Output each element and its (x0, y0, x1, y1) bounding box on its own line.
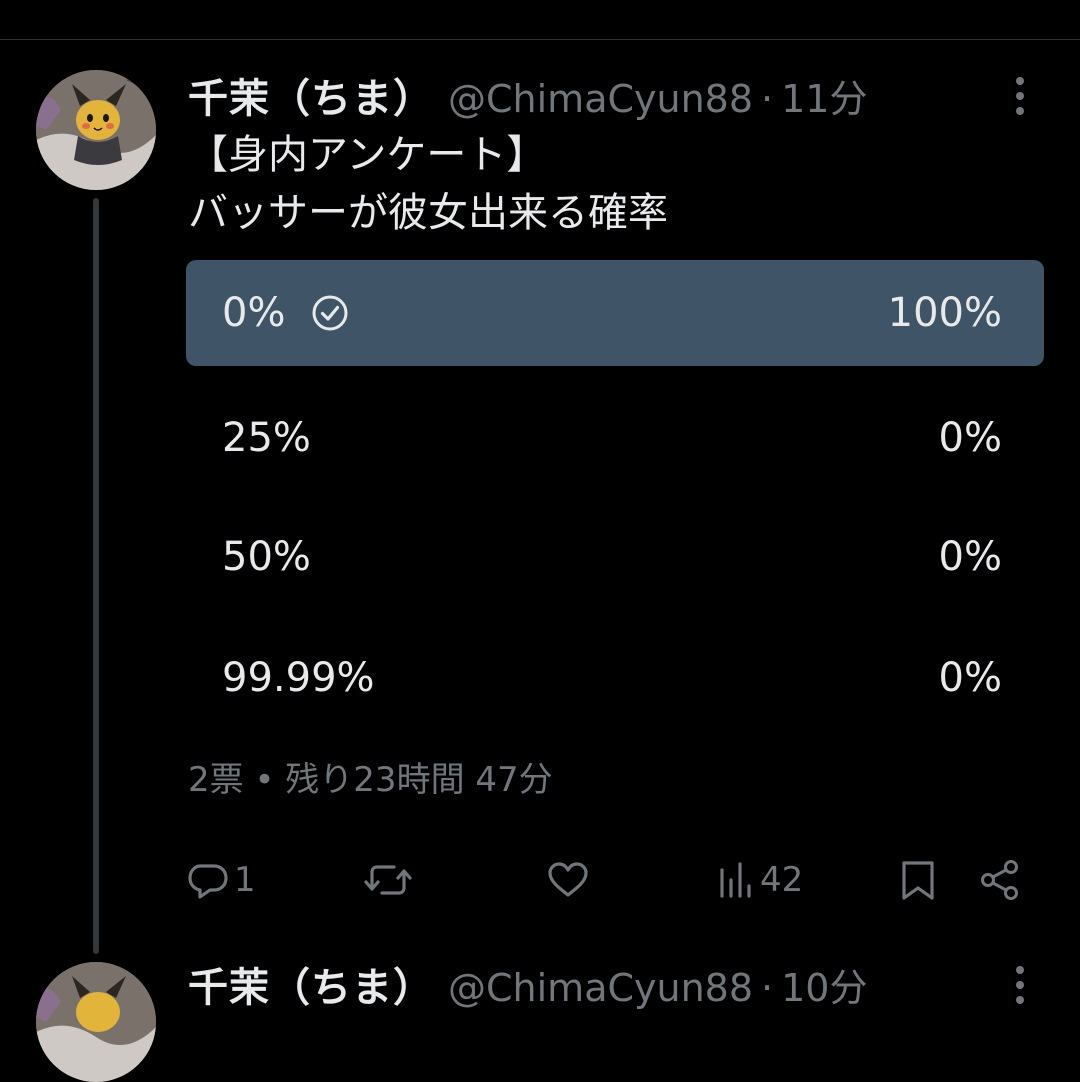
more-vertical-icon[interactable] (1004, 962, 1036, 1008)
display-name[interactable]: 千茉（ちま） (188, 66, 434, 124)
poll-option: 0% 100% (186, 260, 1044, 366)
user-handle[interactable]: @ChimaCyun88 (448, 77, 753, 121)
tweet-text-line: バッサーが彼女出来る確率 (188, 190, 668, 236)
more-vertical-icon[interactable] (1004, 73, 1036, 119)
poll-option-label: 50% (222, 534, 311, 580)
avatar[interactable] (36, 70, 156, 190)
reply-icon (186, 858, 230, 902)
separator-dot: · (761, 77, 774, 121)
avatar[interactable] (36, 962, 156, 1082)
poll-option-label: 25% (222, 415, 311, 461)
tweet-text-line: 【身内アンケート】 (188, 132, 547, 178)
timestamp[interactable]: 11分 (781, 68, 867, 123)
poll-option: 25% 0% (186, 385, 1044, 491)
display-name[interactable]: 千茉（ちま） (188, 955, 434, 1013)
check-circle-icon (311, 294, 349, 332)
action-bar: 1 42 (186, 852, 1046, 908)
views-button[interactable]: 42 (716, 852, 803, 908)
poll-option-label: 0% (222, 290, 286, 336)
poll-option: 50% 0% (186, 504, 1044, 610)
bookmark-icon (898, 858, 938, 902)
share-button[interactable] (978, 852, 1022, 908)
poll-option: 99.99% 0% (186, 625, 1044, 731)
poll-option-percent: 100% (887, 290, 1002, 336)
tweet-text: 【身内アンケート】 バッサーが彼女出来る確率 (188, 126, 1048, 242)
poll-option-percent: 0% (938, 655, 1002, 701)
retweet-button[interactable] (364, 852, 412, 908)
reply-button[interactable]: 1 (186, 852, 256, 908)
timestamp[interactable]: 10分 (781, 957, 867, 1012)
tweet-header: 千茉（ちま） @ChimaCyun88 · 10分 (188, 955, 867, 1012)
user-handle[interactable]: @ChimaCyun88 (448, 966, 753, 1010)
poll-option-percent: 0% (938, 534, 1002, 580)
bookmark-button[interactable] (898, 852, 938, 908)
reply-count: 1 (234, 860, 256, 900)
retweet-icon (364, 858, 412, 902)
views-chart-icon (716, 858, 756, 902)
top-divider (0, 39, 1080, 40)
share-icon (978, 858, 1022, 902)
poll-option-percent: 0% (938, 415, 1002, 461)
poll-option-label: 99.99% (222, 655, 375, 701)
views-count: 42 (760, 860, 804, 900)
like-button[interactable] (546, 852, 590, 908)
heart-icon (546, 858, 590, 902)
thread-connector-line (93, 198, 99, 954)
tweet-header: 千茉（ちま） @ChimaCyun88 · 11分 (188, 66, 867, 123)
separator-dot: · (761, 966, 774, 1010)
poll-meta: 2票 • 残り23時間 47分 (188, 760, 553, 800)
